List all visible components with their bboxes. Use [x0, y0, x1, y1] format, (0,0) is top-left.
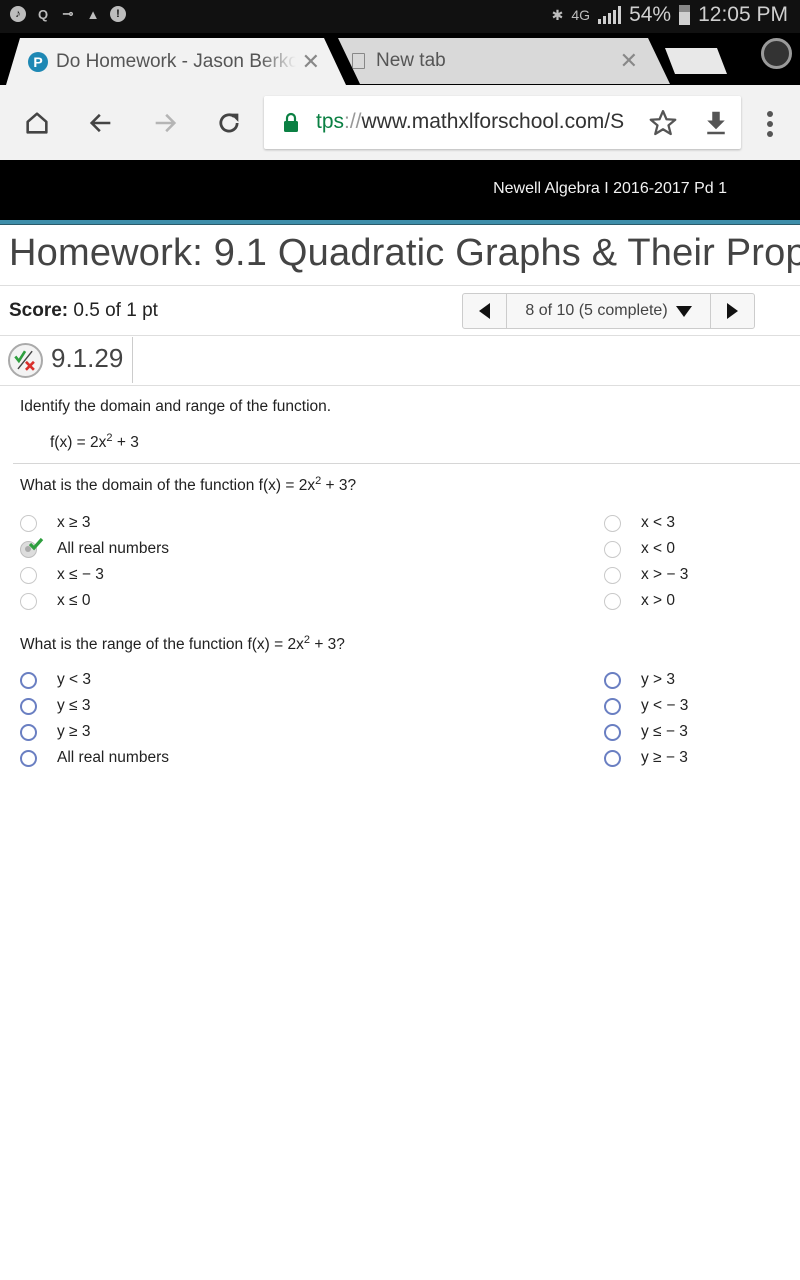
domain-option[interactable]: x ≤ − 3	[20, 562, 104, 588]
close-tab-icon[interactable]: ✕	[620, 48, 638, 74]
battery-icon	[679, 5, 691, 25]
range-option[interactable]: y > 3	[604, 667, 675, 693]
tab-title: New tab	[376, 50, 446, 71]
range-option[interactable]: All real numbers	[20, 745, 169, 771]
range-option[interactable]: y < − 3	[604, 693, 688, 719]
music-icon: ♪	[10, 6, 26, 22]
home-icon	[26, 112, 48, 134]
range-option[interactable]: y < 3	[20, 667, 91, 693]
forward-button[interactable]	[150, 108, 180, 138]
instruction-text: Identify the domain and range of the fun…	[20, 398, 332, 415]
radio-button[interactable]	[20, 749, 37, 767]
radio-button[interactable]	[20, 671, 37, 689]
correct-check-icon	[28, 537, 44, 550]
address-bar[interactable]: tps://www.mathxlforschool.com/S	[264, 96, 741, 149]
radio-button[interactable]	[604, 540, 621, 558]
next-question-button[interactable]	[711, 294, 754, 328]
domain-question: What is the domain of the function f(x) …	[20, 475, 357, 494]
pearson-favicon-icon: P	[28, 51, 48, 72]
domain-option[interactable]: x > 0	[604, 588, 675, 614]
battery-percent: 54%	[629, 3, 672, 26]
close-tab-icon[interactable]: ✕	[302, 49, 320, 75]
signal-icon	[598, 6, 622, 24]
radio-button[interactable]	[604, 723, 621, 741]
score-value: 0.5 of 1 pt	[73, 300, 158, 321]
reload-icon	[219, 113, 239, 133]
domain-option[interactable]: x ≥ 3	[20, 510, 91, 536]
clock: 12:05 PM	[698, 3, 788, 26]
radio-button[interactable]	[604, 697, 621, 715]
tab-new-tab[interactable]: New tab ✕	[338, 38, 670, 84]
warning-icon: ▲	[86, 6, 100, 22]
download-icon[interactable]	[701, 108, 731, 138]
alert-icon: !	[110, 6, 126, 22]
divider	[0, 385, 800, 386]
accent-bar	[0, 220, 800, 225]
dropdown-arrow-icon	[675, 305, 692, 317]
radio-button[interactable]	[20, 697, 37, 715]
more-menu-icon[interactable]	[760, 109, 780, 139]
range-option[interactable]: y ≥ 3	[20, 719, 91, 745]
radio-button[interactable]	[20, 566, 37, 584]
course-name[interactable]: Newell Algebra I 2016-2017 Pd 1	[493, 180, 727, 198]
radio-button[interactable]	[604, 749, 621, 767]
tab-do-homework[interactable]: P Do Homework - Jason Berkov ✕	[6, 38, 346, 85]
browser-toolbar: tps://www.mathxlforschool.com/S	[0, 85, 800, 160]
radio-button[interactable]	[604, 592, 621, 610]
reload-button[interactable]	[214, 108, 244, 138]
pager-text: 8 of 10 (5 complete)	[525, 302, 668, 319]
page-icon	[352, 53, 365, 69]
domain-option[interactable]: x ≤ 0	[20, 588, 91, 614]
partial-credit-icon	[8, 343, 43, 378]
site-header: Newell Algebra I 2016-2017 Pd 1	[0, 160, 800, 220]
question-id: 9.1.29	[51, 343, 124, 373]
domain-option-selected[interactable]: All real numbers	[20, 536, 169, 562]
question-pager: 8 of 10 (5 complete)	[462, 293, 755, 329]
domain-option[interactable]: x > − 3	[604, 562, 688, 588]
radio-button[interactable]	[20, 723, 37, 741]
home-button[interactable]	[22, 108, 52, 138]
previous-icon	[479, 303, 490, 319]
back-arrow-icon	[89, 113, 111, 133]
key-icon: ⊸	[62, 6, 74, 21]
back-button[interactable]	[86, 108, 116, 138]
question-select-dropdown[interactable]: 8 of 10 (5 complete)	[506, 294, 711, 328]
radio-button-selected[interactable]	[20, 537, 44, 558]
divider	[13, 463, 800, 464]
tab-title: Do Homework - Jason Berkov	[56, 50, 296, 72]
network-type: 4G	[571, 7, 591, 23]
bluetooth-icon: ✱	[551, 6, 564, 23]
question-id-row: 9.1.29	[0, 337, 800, 385]
divider	[132, 337, 133, 383]
next-icon	[727, 303, 738, 319]
homework-title: Homework: 9.1 Quadratic Graphs & Their P…	[9, 232, 800, 274]
q-icon: Q	[37, 6, 49, 22]
incognito-switch-button[interactable]	[761, 38, 792, 69]
tab-strip: New tab ✕ P Do Homework - Jason Berkov ✕	[0, 33, 800, 85]
radio-button[interactable]	[604, 514, 621, 532]
range-option[interactable]: y ≤ 3	[20, 693, 91, 719]
divider	[0, 335, 800, 336]
domain-option[interactable]: x < 3	[604, 510, 675, 536]
divider	[0, 285, 800, 286]
radio-button[interactable]	[20, 514, 37, 532]
function-expression: f(x) = 2x2 + 3	[50, 432, 139, 451]
score-label: Score:	[9, 300, 69, 321]
url-text[interactable]: tps://www.mathxlforschool.com/S	[316, 110, 636, 134]
domain-option[interactable]: x < 0	[604, 536, 675, 562]
status-bar: ♪ Q ⊸ ▲ ! ✱ 4G 54% 12:05 PM	[0, 0, 800, 33]
lock-icon	[284, 112, 298, 132]
radio-button[interactable]	[604, 671, 621, 689]
new-tab-button[interactable]	[665, 48, 727, 74]
bookmark-star-icon[interactable]	[648, 108, 678, 138]
forward-arrow-icon	[155, 113, 177, 133]
range-option[interactable]: y ≤ − 3	[604, 719, 688, 745]
range-question: What is the range of the function f(x) =…	[20, 634, 345, 653]
previous-question-button[interactable]	[463, 294, 506, 328]
radio-button[interactable]	[604, 566, 621, 584]
radio-button[interactable]	[20, 592, 37, 610]
range-option[interactable]: y ≥ − 3	[604, 745, 688, 771]
score: Score: 0.5 of 1 pt	[9, 300, 158, 322]
